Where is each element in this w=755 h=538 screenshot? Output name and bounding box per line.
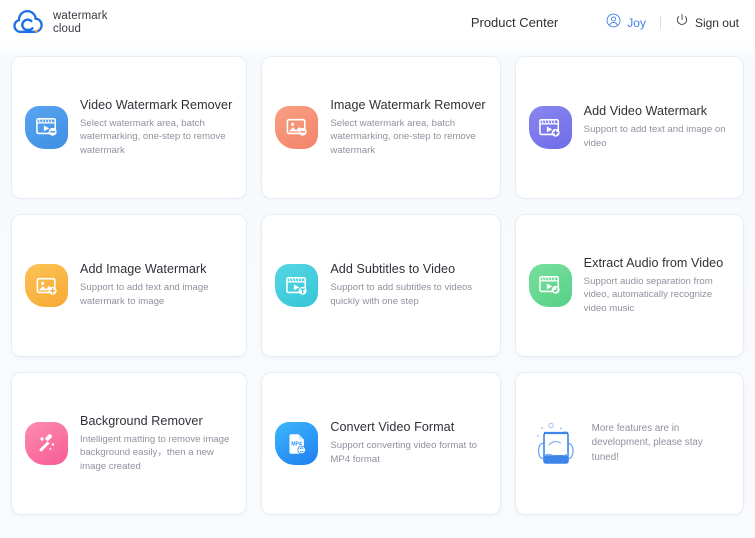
magic-wand-icon (25, 421, 68, 465)
card-title: Extract Audio from Video (583, 255, 724, 270)
card-description: Support to add text and image on video (583, 124, 726, 149)
image-add-watermark-icon (25, 264, 68, 307)
card-video-watermark-remover[interactable]: Video Watermark Remover Select watermark… (12, 57, 247, 198)
image-remove-watermark-icon (275, 105, 319, 149)
signout-label: Sign out (694, 15, 739, 30)
mp4-file-icon: MP4 (275, 422, 319, 465)
card-text: Add Video Watermark Support to add text … (584, 104, 729, 150)
card-text: Image Watermark Remover Select watermark… (330, 98, 485, 158)
card-description: Support to add subtitles to videos quick… (330, 282, 473, 307)
more-features-text: More features are in development, please… (591, 423, 703, 463)
card-more-features: More features are in development, please… (515, 373, 743, 514)
card-title: Add Image Watermark (80, 262, 207, 277)
card-description: Select watermark area, batch watermarkin… (330, 117, 476, 156)
card-image-watermark-remover[interactable]: Image Watermark Remover Select watermark… (262, 57, 500, 198)
card-description: Support to add text and image watermark … (80, 282, 209, 307)
card-title: Video Watermark Remover (80, 97, 233, 112)
card-description: Support audio separation from video, aut… (583, 275, 713, 314)
card-text: Video Watermark Remover Select watermark… (80, 98, 232, 158)
card-text: Extract Audio from Video Support audio s… (584, 256, 729, 316)
card-title: Add Video Watermark (583, 104, 708, 119)
card-text: Add Image Watermark Support to add text … (80, 262, 232, 308)
user-menu[interactable]: Joy (606, 13, 646, 33)
brand-logo[interactable]: watermark cloud (12, 9, 108, 36)
card-title: Convert Video Format (330, 420, 455, 435)
card-add-video-watermark[interactable]: Add Video Watermark Support to add text … (515, 57, 743, 198)
video-subtitles-icon (275, 264, 319, 307)
card-title: Background Remover (80, 413, 203, 428)
cloud-swirl-logo-icon (12, 9, 46, 36)
card-extract-audio-from-video[interactable]: Extract Audio from Video Support audio s… (515, 215, 743, 356)
nav-product-center[interactable]: Product Center (471, 15, 558, 30)
fish-tank-illustration-icon (533, 419, 579, 469)
card-text: Convert Video Format Support converting … (330, 420, 485, 466)
card-add-subtitles-to-video[interactable]: Add Subtitles to Video Support to add su… (262, 215, 500, 356)
video-extract-audio-icon (528, 263, 572, 307)
card-add-image-watermark[interactable]: Add Image Watermark Support to add text … (12, 215, 247, 356)
signout-button[interactable]: Sign out (675, 13, 739, 32)
header-nav-right: Product Center Joy Sign out (471, 13, 739, 33)
card-convert-video-format[interactable]: MP4 Convert Video Format Support convert… (262, 373, 500, 514)
user-name-label: Joy (627, 15, 646, 30)
card-description: Intelligent matting to remove image back… (80, 433, 230, 472)
card-background-remover[interactable]: Background Remover Intelligent matting t… (12, 373, 247, 514)
brand-logo-text: watermark cloud (53, 10, 108, 35)
card-description: Support converting video format to MP4 f… (330, 440, 477, 465)
card-text: Add Subtitles to Video Support to add su… (330, 262, 485, 308)
power-icon (675, 13, 689, 32)
app-header: watermark cloud Product Center Joy Sign … (0, 0, 755, 45)
card-text: Background Remover Intelligent matting t… (80, 414, 232, 474)
video-remove-watermark-icon (25, 105, 68, 149)
brand-line-2: cloud (53, 22, 81, 35)
card-title: Add Subtitles to Video (330, 262, 456, 277)
product-card-grid: Video Watermark Remover Select watermark… (12, 57, 743, 514)
product-center-page: Video Watermark Remover Select watermark… (0, 45, 755, 538)
header-divider (659, 16, 661, 29)
card-description: Select watermark area, batch watermarkin… (80, 117, 226, 156)
brand-line-1: watermark (53, 10, 108, 23)
card-title: Image Watermark Remover (330, 97, 486, 112)
user-circle-icon (606, 13, 621, 33)
video-add-watermark-icon (528, 106, 572, 149)
